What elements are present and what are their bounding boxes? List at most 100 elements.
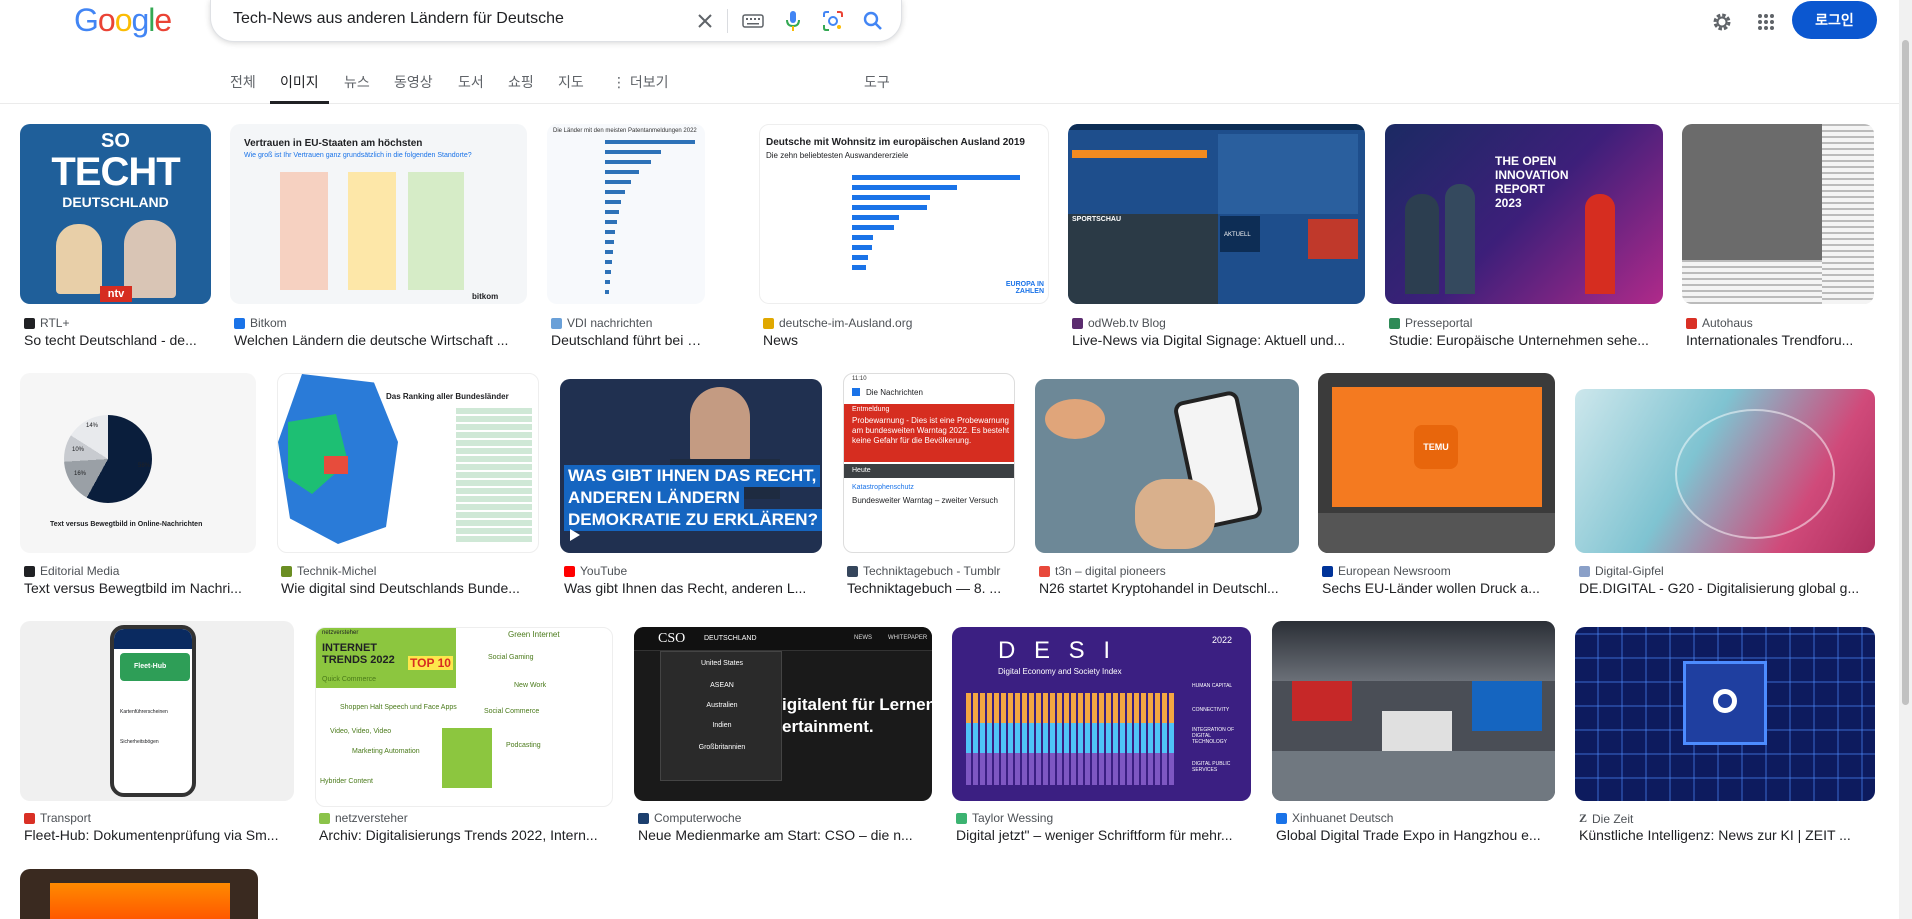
result-title[interactable]: Neue Medienmarke am Start: CSO – die n..… — [638, 827, 932, 843]
result-thumbnail[interactable]: TEMU — [1318, 373, 1555, 553]
result-thumbnail[interactable]: Fleet-Hub Kartenführerscheinen Sicherhei… — [20, 621, 294, 801]
image-result[interactable]: Das Ranking aller Bundesländer Technik-M… — [277, 373, 539, 605]
thumb-text: 16% — [74, 471, 87, 477]
search-box[interactable]: Tech-News aus anderen Ländern für Deutsc… — [210, 0, 902, 42]
image-result[interactable]: netzversteher INTERNET TRENDS 2022 TOP 1… — [315, 621, 613, 853]
tab-books[interactable]: 도서 — [458, 72, 484, 104]
thumb-text: TECHT — [51, 150, 180, 194]
tab-shopping[interactable]: 쇼핑 — [508, 72, 534, 104]
image-result[interactable] — [20, 869, 258, 919]
result-title[interactable]: Studie: Europäische Unternehmen sehe... — [1389, 332, 1663, 348]
result-title[interactable]: Digital jetzt" – weniger Schriftform für… — [956, 827, 1251, 843]
image-result[interactable]: 14% 10% 16% 58% Text versus Bewegtbild i… — [20, 373, 256, 605]
result-title[interactable]: News — [763, 332, 1049, 348]
google-logo[interactable]: Google — [74, 2, 172, 39]
menu-item[interactable]: United States — [661, 660, 783, 667]
result-thumbnail[interactable]: 14% 10% 16% 58% Text versus Bewegtbild i… — [20, 373, 256, 553]
image-result[interactable]: THE OPEN INNOVATION REPORT 2023 Pressepo… — [1385, 124, 1663, 356]
tab-news[interactable]: 뉴스 — [344, 72, 370, 104]
image-result[interactable]: Die Länder mit den meisten Patentanmeldu… — [547, 124, 705, 356]
menu-item[interactable]: Indien — [661, 722, 783, 729]
result-thumbnail[interactable] — [20, 869, 258, 919]
page-scrollbar[interactable] — [1899, 0, 1912, 919]
image-result[interactable]: Fleet-Hub Kartenführerscheinen Sicherhei… — [20, 621, 294, 853]
tab-videos[interactable]: 동영상 — [394, 72, 433, 104]
result-thumbnail[interactable] — [1575, 627, 1875, 801]
result-thumbnail[interactable]: Vertrauen in EU-Staaten am höchsten Wie … — [230, 124, 527, 304]
image-result[interactable]: Autohaus Internationales Trendforu... — [1682, 124, 1874, 356]
result-title[interactable]: Sechs EU-Länder wollen Druck a... — [1322, 580, 1555, 596]
source-label: Digital-Gipfel — [1595, 564, 1664, 578]
scrollbar-thumb[interactable] — [1902, 40, 1909, 705]
clear-icon[interactable] — [691, 7, 719, 35]
result-source: YouTube — [564, 564, 627, 578]
image-result[interactable]: Vertrauen in EU-Staaten am höchsten Wie … — [230, 124, 527, 356]
search-icon[interactable] — [859, 7, 887, 35]
search-input[interactable]: Tech-News aus anderen Ländern für Deutsc… — [233, 10, 564, 28]
result-title[interactable]: Was gibt Ihnen das Recht, anderen L... — [564, 580, 822, 596]
thumb-text: CONNECTIVITY — [1192, 707, 1230, 713]
result-title[interactable]: Internationales Trendforu... — [1686, 332, 1874, 348]
image-result[interactable]: SO TECHT DEUTSCHLAND ntv RTL+ So techt D… — [20, 124, 211, 356]
result-title[interactable]: Archiv: Digitalisierungs Trends 2022, In… — [319, 827, 613, 843]
image-result[interactable]: Xinhuanet Deutsch Global Digital Trade E… — [1272, 621, 1555, 853]
lens-icon[interactable] — [819, 7, 847, 35]
result-title[interactable]: Text versus Bewegtbild im Nachri... — [24, 580, 256, 596]
gear-icon[interactable] — [1708, 8, 1736, 36]
result-thumbnail[interactable]: 11:10 Die Nachrichten Entmeldung Probewa… — [843, 373, 1015, 553]
result-thumbnail[interactable] — [1272, 621, 1555, 801]
tab-images[interactable]: 이미지 — [270, 72, 329, 104]
result-thumbnail[interactable]: Das Ranking aller Bundesländer — [277, 373, 539, 553]
menu-item[interactable]: ASEAN — [661, 682, 783, 689]
region-dropdown-menu[interactable]: United States ASEAN Australien Indien Gr… — [660, 651, 782, 781]
menu-item[interactable]: Australien — [661, 702, 783, 709]
image-result[interactable]: D E S I Digital Economy and Society Inde… — [952, 621, 1251, 853]
tools-button[interactable]: 도구 — [864, 72, 890, 92]
image-result[interactable]: TEMU European Newsroom Sechs EU-Länder w… — [1318, 373, 1555, 605]
image-result[interactable]: SPORTSCHAU AKTUELL odWeb.tv Blog Live-Ne… — [1068, 124, 1365, 356]
result-thumbnail[interactable] — [1035, 379, 1299, 553]
result-thumbnail[interactable]: Die Länder mit den meisten Patentanmeldu… — [547, 124, 705, 304]
photo-shape — [1045, 399, 1105, 439]
image-result[interactable]: CSO DEUTSCHLAND NEWS WHITEPAPER igitalen… — [634, 621, 932, 853]
result-title[interactable]: Künstliche Intelligenz: News zur KI | ZE… — [1579, 827, 1875, 843]
tab-maps[interactable]: 지도 — [558, 72, 584, 104]
result-title[interactable]: Techniktagebuch — 8. ... — [847, 580, 1015, 596]
result-title[interactable]: DE.DIGITAL - G20 - Digitalisierung globa… — [1579, 580, 1875, 596]
result-title[interactable]: Wie digital sind Deutschlands Bunde... — [281, 580, 539, 596]
bar — [852, 265, 866, 270]
image-result[interactable]: Digital-Gipfel DE.DIGITAL - G20 - Digita… — [1575, 373, 1875, 605]
image-result[interactable]: Z Die Zeit Künstliche Intelligenz: News z… — [1575, 621, 1875, 853]
keyboard-icon[interactable] — [739, 7, 767, 35]
tab-all[interactable]: 전체 — [230, 72, 256, 104]
result-thumbnail[interactable] — [1682, 124, 1874, 304]
result-thumbnail[interactable]: CSO DEUTSCHLAND NEWS WHITEPAPER igitalen… — [634, 627, 932, 801]
apps-grid-icon[interactable] — [1752, 8, 1780, 36]
result-title[interactable]: Fleet-Hub: Dokumentenprüfung via Sm... — [24, 827, 294, 843]
result-thumbnail[interactable]: THE OPEN INNOVATION REPORT 2023 — [1385, 124, 1663, 304]
thumb-text: HUMAN CAPITAL — [1192, 683, 1233, 689]
result-title[interactable]: Deutschland führt bei Pate... — [551, 332, 705, 348]
result-thumbnail[interactable]: WAS GIBT IHNEN DAS RECHT, ANDEREN LÄNDER… — [560, 379, 822, 553]
result-thumbnail[interactable]: D E S I Digital Economy and Society Inde… — [952, 627, 1251, 801]
result-thumbnail[interactable]: SPORTSCHAU AKTUELL — [1068, 124, 1365, 304]
thumb-text: 58% — [138, 463, 151, 469]
image-result[interactable]: t3n – digital pioneers N26 startet Krypt… — [1035, 373, 1299, 605]
image-result[interactable]: WAS GIBT IHNEN DAS RECHT, ANDEREN LÄNDER… — [560, 373, 822, 605]
result-thumbnail[interactable] — [1575, 389, 1875, 553]
tab-more[interactable]: ⋮ 더보기 — [612, 72, 669, 104]
result-thumbnail[interactable]: netzversteher INTERNET TRENDS 2022 TOP 1… — [315, 627, 613, 807]
image-result[interactable]: 11:10 Die Nachrichten Entmeldung Probewa… — [843, 373, 1015, 605]
login-button[interactable]: 로그인 — [1792, 1, 1877, 39]
microphone-icon[interactable] — [779, 7, 807, 35]
image-result[interactable]: Deutsche mit Wohnsitz im europäischen Au… — [759, 124, 1049, 356]
result-thumbnail[interactable]: SO TECHT DEUTSCHLAND ntv — [20, 124, 211, 304]
result-title[interactable]: So techt Deutschland - de... — [24, 332, 211, 348]
result-title[interactable]: Welchen Ländern die deutsche Wirtschaft … — [234, 332, 527, 348]
result-title[interactable]: Global Digital Trade Expo in Hangzhou e.… — [1276, 827, 1555, 843]
result-thumbnail[interactable]: Deutsche mit Wohnsitz im europäischen Au… — [759, 124, 1049, 304]
favicon-icon — [1322, 565, 1333, 577]
result-title[interactable]: N26 startet Kryptohandel in Deutschl... — [1039, 580, 1299, 596]
result-title[interactable]: Live-News via Digital Signage: Aktuell u… — [1072, 332, 1365, 348]
menu-item[interactable]: Großbritannien — [661, 744, 783, 751]
